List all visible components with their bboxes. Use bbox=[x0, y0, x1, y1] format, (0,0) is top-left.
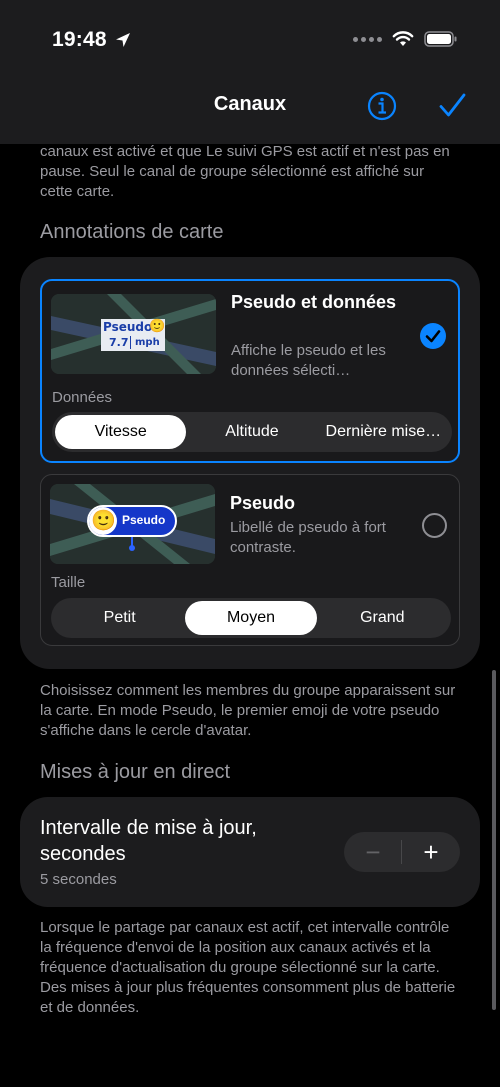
status-bar: 19:48 bbox=[0, 0, 500, 80]
page-title: Canaux bbox=[213, 93, 287, 115]
segment-altitude[interactable]: Altitude bbox=[186, 415, 317, 449]
info-icon[interactable] bbox=[366, 90, 398, 122]
thumb-avatar-emoji-icon: 🙂 bbox=[91, 508, 116, 532]
option-title: Pseudo et données bbox=[231, 292, 397, 312]
settings-scroll-view[interactable]: canaux est activé et que Le suivi GPS es… bbox=[0, 0, 500, 1087]
interval-value: 5 secondes bbox=[40, 871, 117, 888]
stepper-decrement-button[interactable]: − bbox=[344, 832, 402, 872]
battery-icon bbox=[424, 31, 457, 47]
thumb-pseudo-label: Pseudo bbox=[103, 320, 153, 334]
interval-card: Intervalle de mise à jour, secondes 5 se… bbox=[20, 797, 480, 907]
size-segmented-control: Petit Moyen Grand bbox=[51, 598, 451, 638]
done-checkmark-icon[interactable] bbox=[436, 90, 468, 122]
pseudo-data-thumbnail: Pseudo 🙂 7.7 mph bbox=[51, 294, 216, 374]
thumb-emoji-icon: 🙂 bbox=[149, 319, 166, 334]
radio-empty-icon[interactable] bbox=[422, 513, 447, 538]
option-pseudo[interactable]: 🙂 Pseudo Pseudo Libellé de pseudo à fort… bbox=[40, 474, 460, 646]
segment-petit[interactable]: Petit bbox=[54, 601, 185, 635]
location-arrow-icon bbox=[116, 33, 130, 47]
section-header-annotations: Annotations de carte bbox=[40, 221, 224, 243]
interval-title: Intervalle de mise à jour, secondes bbox=[40, 817, 257, 865]
annotations-group-card: Pseudo 🙂 7.7 mph Pseudo et données Affic… bbox=[20, 257, 480, 669]
segment-grand[interactable]: Grand bbox=[317, 601, 448, 635]
segment-derniere-mise[interactable]: Dernière mise… bbox=[318, 415, 449, 449]
interval-stepper: − + bbox=[344, 832, 460, 872]
gps-channel-footer-text: canaux est activé et que Le suivi GPS es… bbox=[40, 143, 450, 200]
thumb-speed-unit: mph bbox=[135, 337, 160, 348]
data-segmented-control: Vitesse Altitude Dernière mise… bbox=[52, 412, 452, 452]
option-description: Libellé de pseudo à fort contraste. bbox=[230, 519, 386, 556]
data-segment-label: Données bbox=[52, 389, 113, 406]
live-updates-footer-text: Lorsque le partage par canaux est actif,… bbox=[40, 919, 456, 1016]
scroll-indicator[interactable] bbox=[492, 670, 496, 1010]
option-description: Affiche le pseudo et les données sélecti… bbox=[231, 342, 386, 379]
thumb-speed-value: 7.7 bbox=[109, 336, 129, 349]
pseudo-thumbnail: 🙂 Pseudo bbox=[50, 484, 215, 564]
checkmark-circle-icon[interactable] bbox=[420, 323, 446, 349]
navigation-bar: Canaux bbox=[0, 80, 500, 144]
cellular-signal-icon bbox=[353, 36, 382, 42]
status-icons bbox=[353, 31, 458, 47]
wifi-icon bbox=[392, 31, 414, 46]
thumb-pseudo-label: Pseudo bbox=[122, 513, 166, 527]
segment-moyen[interactable]: Moyen bbox=[185, 601, 317, 635]
option-title: Pseudo bbox=[230, 493, 296, 513]
annotations-footer-text: Choisissez comment les membres du groupe… bbox=[40, 682, 456, 739]
status-time: 19:48 bbox=[52, 28, 107, 51]
size-segment-label: Taille bbox=[51, 574, 86, 591]
stepper-increment-button[interactable]: + bbox=[402, 832, 460, 872]
section-header-live-updates: Mises à jour en direct bbox=[40, 761, 231, 783]
option-pseudo-and-data[interactable]: Pseudo 🙂 7.7 mph Pseudo et données Affic… bbox=[40, 279, 460, 463]
segment-vitesse[interactable]: Vitesse bbox=[55, 415, 187, 449]
